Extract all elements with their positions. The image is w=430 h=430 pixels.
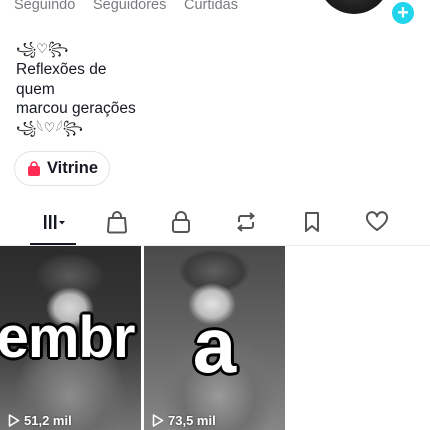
- bio-ornament-bottom: ꧁𓆩♡𓆪꧂: [16, 120, 83, 136]
- view-count-value: 73,5 mil: [168, 413, 216, 428]
- tab-favorites[interactable]: [292, 202, 332, 242]
- active-tab-indicator: [30, 243, 76, 245]
- view-count: 73,5 mil: [152, 413, 216, 428]
- video-thumbnail[interactable]: a 73,5 mil: [144, 246, 285, 430]
- thumbnail-overlay-text: a: [192, 301, 237, 389]
- shopping-bag-icon: [27, 160, 40, 176]
- bio-line-3: marcou gerações: [16, 100, 136, 117]
- tab-reposts[interactable]: [226, 202, 266, 242]
- view-count-value: 51,2 mil: [24, 413, 72, 428]
- bio-line-2: quem: [16, 80, 55, 98]
- view-count: 51,2 mil: [8, 413, 72, 428]
- profile-bio: ꧁♡꧂ Reflexões de quem marcou gerações ꧁𓆩…: [16, 40, 136, 139]
- grid-bars-icon: [44, 215, 65, 229]
- thumbnail-overlay-text: embr: [0, 305, 135, 370]
- bookmark-icon: [305, 212, 319, 232]
- profile-stats-labels: Seguindo Seguidores Curtidas: [14, 0, 238, 13]
- profile-tabs: [0, 202, 430, 246]
- tab-private[interactable]: [161, 202, 201, 242]
- tab-shop[interactable]: [97, 202, 137, 242]
- bio-ornament-top: ꧁♡꧂: [16, 42, 69, 57]
- likes-label[interactable]: Curtidas: [184, 0, 238, 13]
- shopping-bag-outline-icon: [107, 211, 127, 234]
- play-icon: [8, 414, 20, 427]
- repost-icon: [236, 212, 256, 232]
- video-grid: embr 51,2 mil a 73,5 mil: [0, 246, 430, 430]
- showcase-button[interactable]: Vitrine: [14, 151, 110, 186]
- showcase-label: Vitrine: [46, 159, 99, 177]
- bio-line-1: Reflexões de: [16, 61, 107, 78]
- tab-liked[interactable]: [357, 202, 397, 242]
- video-thumbnail[interactable]: embr 51,2 mil: [0, 246, 141, 430]
- tab-videos[interactable]: [34, 202, 74, 242]
- profile-avatar-area: +: [318, 0, 416, 26]
- add-story-plus-icon[interactable]: +: [390, 0, 416, 26]
- heart-icon: [365, 211, 389, 231]
- play-icon: [152, 414, 164, 427]
- lock-icon: [172, 211, 190, 233]
- avatar[interactable]: [318, 0, 390, 14]
- following-label[interactable]: Seguindo: [14, 0, 93, 13]
- followers-label[interactable]: Seguidores: [93, 0, 184, 13]
